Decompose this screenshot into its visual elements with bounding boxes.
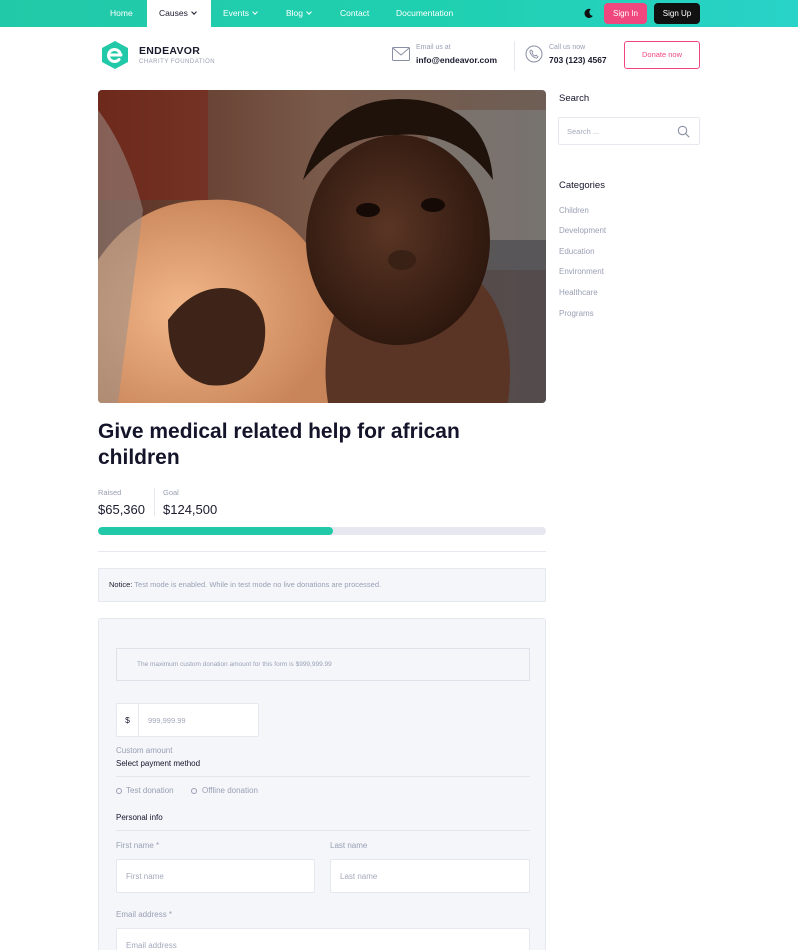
sign-up-button[interactable]: Sign Up [654,3,700,24]
moon-icon[interactable] [583,8,594,19]
cause-hero-image [98,90,546,403]
brand-tagline: CHARITY FOUNDATION [139,59,216,65]
progress-fill [98,527,334,535]
nav-home-label: Home [110,8,133,18]
notice-prefix: Notice: [109,580,133,589]
search-icon[interactable] [677,125,690,138]
categories-title: Categories [559,180,605,191]
nav-blog-label: Blog [286,8,304,18]
category-education[interactable]: Education [559,247,595,256]
max-amount-note: The maximum custom donation amount for t… [116,648,530,681]
call-label: Call us now [549,44,586,51]
offline-donation-label[interactable]: Offline donation [202,786,258,795]
nav-contact-label: Contact [340,8,370,18]
raised-amount: $65,360 [98,502,145,517]
custom-amount-label: Custom amount [116,746,173,755]
top-navbar: Home Causes Events Blog Contact Document… [0,0,798,27]
chevron-down-icon [252,9,258,15]
test-donation-label[interactable]: Test donation [126,786,174,795]
category-healthcare[interactable]: Healthcare [559,288,598,297]
nav-blog[interactable]: Blog [286,0,312,27]
test-mode-notice: Notice: Test mode is enabled. While in t… [98,568,546,602]
personal-info-heading: Personal info [116,813,163,822]
section-divider [98,551,546,552]
payment-method-heading: Select payment method [116,759,201,768]
test-donation-radio[interactable] [116,788,122,794]
email-address-input[interactable] [116,928,530,950]
goal-amount: $124,500 [163,502,218,517]
search-input[interactable] [559,118,669,144]
last-name-input[interactable] [330,859,530,893]
donation-form: The maximum custom donation amount for t… [98,618,546,950]
offline-donation-radio[interactable] [191,788,197,794]
phone-icon [525,45,543,63]
email-label: Email us at [416,44,451,51]
notice-text: Test mode is enabled. While in test mode… [134,580,382,589]
nav-contact[interactable]: Contact [340,0,369,27]
raised-label: Raised [98,488,122,497]
first-name-input[interactable] [116,859,315,893]
donate-now-button[interactable]: Donate now [624,41,700,69]
chevron-down-icon [190,9,197,15]
last-name-label: Last name [330,841,368,850]
stat-divider [154,488,155,516]
currency-symbol: $ [117,704,139,736]
brand-name[interactable]: ENDEAVOR [139,45,200,57]
email-link[interactable]: info@endeavor.com [416,55,497,65]
header-divider [514,41,515,71]
first-name-label: First name * [116,841,160,850]
category-environment[interactable]: Environment [559,267,604,276]
nav-home[interactable]: Home [110,0,133,27]
donation-progress-bar [98,527,546,535]
nav-events-label: Events [223,8,249,18]
goal-label: Goal [163,488,179,497]
endeavor-logo-icon[interactable] [100,40,130,70]
category-programs[interactable]: Programs [559,309,594,318]
nav-documentation[interactable]: Documentation [396,0,453,27]
phone-number[interactable]: 703 (123) 4567 [549,55,607,65]
category-development[interactable]: Development [559,226,606,235]
cause-title: Give medical related help for african ch… [98,420,460,469]
nav-events[interactable]: Events [223,0,258,27]
chevron-down-icon [306,9,312,15]
custom-amount-field: $ [116,703,259,737]
mail-icon [392,47,410,61]
payment-divider [116,776,530,777]
search-box [558,117,700,145]
category-children[interactable]: Children [559,206,589,215]
sign-in-button[interactable]: Sign In [604,3,647,24]
search-title: Search [559,93,590,104]
personal-info-divider [116,830,530,831]
nav-causes[interactable]: Causes [147,0,211,27]
nav-documentation-label: Documentation [396,8,454,18]
email-address-label: Email address * [116,910,173,919]
nav-causes-label: Causes [159,8,188,18]
amount-input[interactable] [140,704,258,736]
